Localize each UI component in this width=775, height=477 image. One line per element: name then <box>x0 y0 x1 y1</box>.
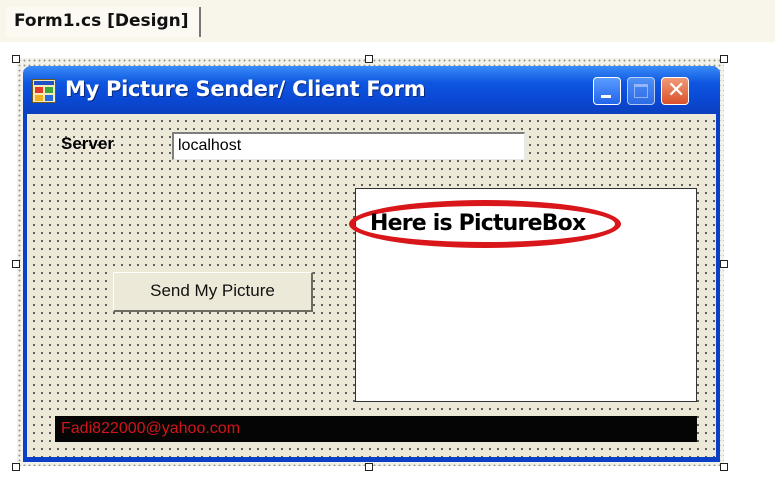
maximize-button[interactable] <box>627 77 655 105</box>
minimize-icon <box>601 95 611 98</box>
close-button[interactable]: ✕ <box>661 77 689 105</box>
selection-handle-bottom-right[interactable] <box>720 463 728 471</box>
maximize-icon <box>634 84 648 98</box>
selection-handle-top-left[interactable] <box>12 55 20 63</box>
selection-handle-bottom-left[interactable] <box>12 463 20 471</box>
selection-handle-top-middle[interactable] <box>365 55 373 63</box>
server-input[interactable]: localhost <box>172 132 525 160</box>
form-titlebar[interactable]: My Picture Sender/ Client Form ✕ <box>23 66 720 114</box>
picturebox-annotation: Here is PictureBox <box>370 211 586 236</box>
close-icon: ✕ <box>667 78 686 103</box>
selection-handle-bottom-middle[interactable] <box>365 463 373 471</box>
selection-handle-middle-right[interactable] <box>720 260 728 268</box>
form-window[interactable]: My Picture Sender/ Client Form ✕ Server … <box>23 66 720 462</box>
picture-box[interactable]: Here is PictureBox <box>349 188 697 402</box>
footer-email-label: Fadi822000@yahoo.com <box>55 416 697 442</box>
minimize-button[interactable] <box>593 77 621 105</box>
app-form-icon <box>32 79 56 103</box>
selection-handle-top-right[interactable] <box>720 55 728 63</box>
form-title: My Picture Sender/ Client Form <box>65 77 426 101</box>
send-picture-button[interactable]: Send My Picture <box>113 272 313 312</box>
form-client-area: Server localhost Send My Picture Here is… <box>27 114 716 457</box>
designer-tab[interactable]: Form1.cs [Design] <box>6 7 201 37</box>
server-label: Server <box>61 134 114 153</box>
selection-handle-middle-left[interactable] <box>12 260 20 268</box>
designer-tabbar: Form1.cs [Design] <box>0 0 775 42</box>
